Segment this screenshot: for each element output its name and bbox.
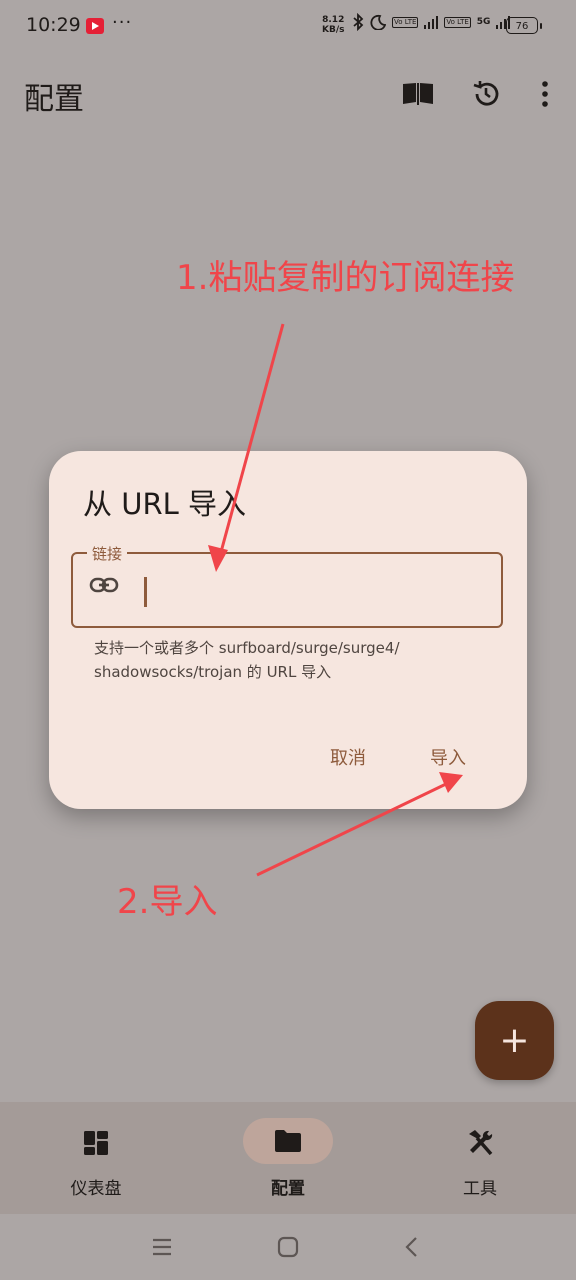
nav-item-profiles[interactable]: 配置: [192, 1102, 384, 1214]
annotation-arrows: [208, 323, 463, 877]
bottom-navigation: 仪表盘 配置 工具: [0, 1102, 576, 1214]
home-icon[interactable]: [277, 1236, 299, 1258]
nav-label-dashboard: 仪表盘: [70, 1179, 122, 1199]
nav-item-dashboard[interactable]: 仪表盘: [0, 1102, 192, 1214]
nav-item-tools[interactable]: 工具: [384, 1102, 576, 1214]
arrow-to-url-field: [208, 323, 285, 572]
menu-icon[interactable]: [150, 1236, 174, 1258]
arrow-to-import-button: [256, 772, 463, 877]
add-icon: +: [499, 1020, 530, 1061]
nav-label-profiles: 配置: [271, 1179, 305, 1199]
system-navigation-bar: [0, 1214, 576, 1280]
dashboard-icon: [66, 1124, 126, 1162]
folder-icon: [243, 1118, 333, 1164]
back-icon[interactable]: [402, 1235, 422, 1259]
nav-label-tools: 工具: [463, 1179, 497, 1199]
tools-icon: [450, 1124, 510, 1162]
add-profile-button[interactable]: +: [475, 1001, 554, 1080]
